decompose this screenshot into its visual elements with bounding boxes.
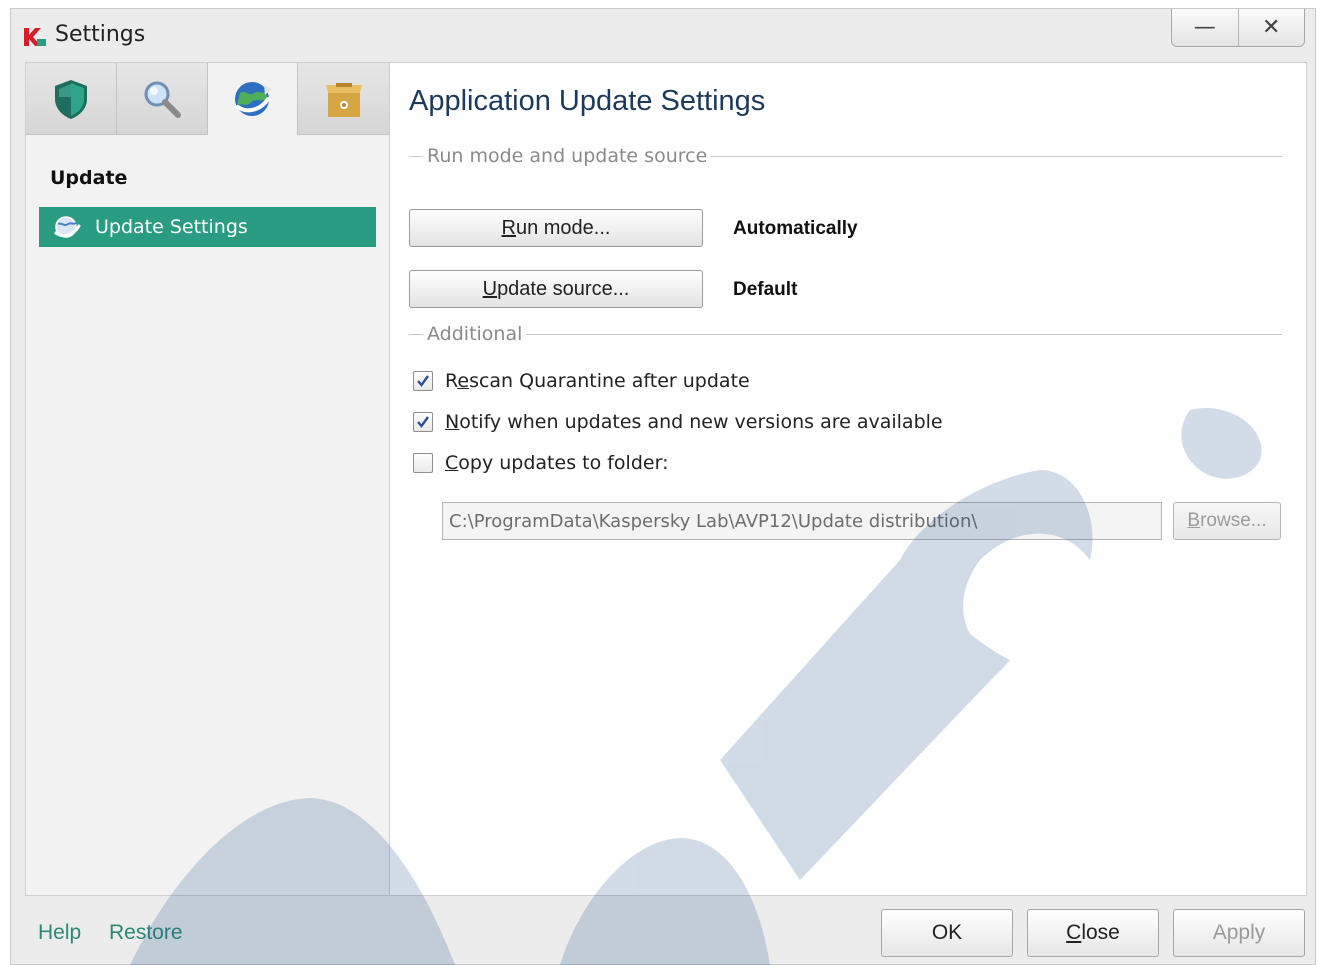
divider [526,333,1282,335]
update-source-button[interactable]: Update source... [409,270,703,308]
tab-update[interactable] [207,63,299,135]
close-label: lose [1081,921,1120,944]
update-source-label: pdate source... [497,277,630,300]
run-mode-button[interactable]: Run mode... [409,209,703,247]
main-content: Application Update Settings Run mode and… [409,63,1306,895]
option-label: Rescan Quarantine after update [445,370,750,392]
restore-link[interactable]: Restore [109,921,183,945]
sidebar: Update Update Settings [26,63,390,895]
shield-icon [54,79,87,119]
apply-button[interactable]: Apply [1173,909,1305,957]
tab-protection[interactable] [26,63,117,135]
settings-panel: Update Update Settings Application Updat… [25,62,1307,896]
notify-updates-checkbox[interactable] [413,412,433,432]
title-bar: Settings — ✕ [11,9,1315,61]
box-icon [325,82,362,117]
group-title: Additional [427,323,523,345]
help-link[interactable]: Help [38,921,81,945]
page-title: Application Update Settings [409,85,766,117]
update-source-value: Default [733,279,798,300]
section-heading-update: Update [50,167,128,189]
option-notify-updates[interactable]: Notify when updates and new versions are… [413,411,943,433]
checkmark-icon [417,375,429,387]
tab-scan[interactable] [116,63,208,135]
group-header-additional: Additional [409,323,1282,345]
window-controls: — ✕ [1171,9,1305,47]
close-button[interactable]: Close [1027,909,1159,957]
sidebar-item-update-settings[interactable]: Update Settings [39,207,376,247]
folder-path-input[interactable]: C:\ProgramData\Kaspersky Lab\AVP12\Updat… [442,502,1162,540]
divider [711,155,1282,157]
window-title: Settings [55,22,146,47]
close-accel: C [1066,921,1082,944]
ok-button[interactable]: OK [881,909,1013,957]
category-tabs [26,63,389,135]
divider [409,155,423,157]
rescan-quarantine-checkbox[interactable] [413,371,433,391]
settings-window: Settings — ✕ Update Update Settings Appl… [10,8,1316,965]
option-label: Notify when updates and new versions are… [445,411,943,433]
group-header-run-mode: Run mode and update source [409,145,1282,167]
browse-button[interactable]: Browse... [1173,502,1281,540]
run-mode-accel: R [501,216,516,239]
update-globe-icon [54,216,81,238]
browse-accel: B [1187,510,1201,531]
magnifier-icon [144,81,181,118]
option-rescan-quarantine[interactable]: Rescan Quarantine after update [413,370,750,392]
update-source-accel: U [482,277,498,300]
copy-to-folder-checkbox[interactable] [413,453,433,473]
close-window-button[interactable]: ✕ [1237,9,1305,46]
globe-update-icon [235,82,273,116]
run-mode-label: un mode... [515,216,611,239]
option-copy-to-folder[interactable]: Copy updates to folder: [413,452,668,474]
kaspersky-logo-icon [24,28,46,46]
divider [409,333,423,335]
browse-label: rowse... [1200,510,1267,531]
option-label: Copy updates to folder: [445,452,669,474]
run-mode-value: Automatically [733,218,858,239]
checkmark-icon [417,416,429,428]
minimize-button[interactable]: — [1172,9,1238,46]
sidebar-item-label: Update Settings [95,216,248,238]
group-title: Run mode and update source [427,145,708,167]
tab-additional[interactable] [298,63,389,135]
dialog-footer: Help Restore OK Close Apply [11,899,1315,965]
